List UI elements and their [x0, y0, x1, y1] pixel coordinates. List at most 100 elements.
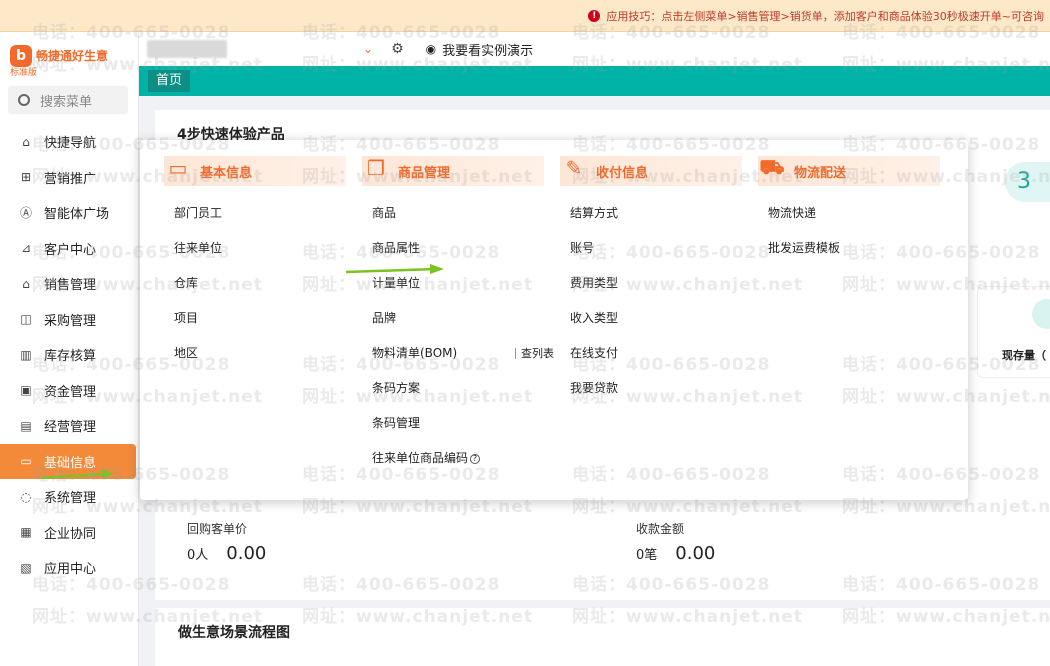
menu-item-label: 往来单位商品编码 — [372, 451, 469, 465]
inventory-panel[interactable]: 现存量（ — [977, 286, 1050, 378]
menu-item[interactable]: 项目 — [164, 301, 346, 336]
menu-item-label: 我要贷款 — [570, 381, 619, 395]
tab-home[interactable]: 首页 — [148, 70, 191, 92]
gear-icon[interactable]: ⚙ — [391, 41, 404, 57]
menu-item[interactable]: 账号 — [560, 231, 742, 266]
logo-edition: 标准版 — [10, 68, 38, 78]
menu-item[interactable]: 往来单位商品编码? — [362, 441, 544, 476]
menu-item[interactable]: 商品属性 — [362, 231, 544, 266]
demo-label: 我要看实例演示 — [442, 43, 534, 59]
stat-repurchase[interactable]: 回购客单价 0人 0.00 — [187, 520, 266, 564]
sidebar-item[interactable]: ⊿ 客户中心 — [0, 231, 138, 267]
alert-icon: ! — [588, 9, 601, 22]
menu-item-label: 批发运费模板 — [768, 241, 841, 255]
sidebar: b 畅捷通好生意 标准版 搜索菜单 ⌂ 快捷导航 ⊞ 营销推广 Ⓐ 智能体广场 ⊿ 客户中心 ⌂… — [0, 32, 139, 666]
clipboard-icon: ▤ — [20, 418, 32, 433]
ai-icon: Ⓐ — [19, 206, 32, 221]
help-icon[interactable]: ? — [470, 453, 481, 464]
menu-search-input[interactable]: 搜索菜单 — [8, 86, 128, 114]
sidebar-item-label: 库存核算 — [44, 349, 97, 365]
sidebar-item-label: 销售管理 — [44, 278, 97, 294]
menu-item[interactable]: 物流快递 — [758, 196, 940, 231]
menu-item[interactable]: 费用类型 — [560, 266, 742, 301]
sidebar-item[interactable]: ◫ 采购管理 — [0, 302, 138, 338]
menu-item[interactable]: 批发运费模板 — [758, 231, 940, 266]
menu-column-header: ✎ 收付信息 — [560, 156, 742, 186]
menu-item[interactable]: 在线支付 — [560, 336, 742, 371]
notice-bar: ! 应用技巧：点击左侧菜单>销售管理>销货单，添加客户和商品体验30秒极速开单~… — [0, 0, 1050, 32]
menu-item-label: 条码方案 — [372, 381, 421, 395]
sidebar-item[interactable]: ▣ 资金管理 — [0, 373, 138, 409]
menu-item[interactable]: 仓库 — [164, 266, 346, 301]
header: ⌄ ⚙ ◉ 我要看实例演示 — [139, 32, 1050, 66]
box-icon: ❒ — [367, 156, 385, 180]
demo-link[interactable]: ◉ 我要看实例演示 — [426, 40, 534, 59]
menu-item-label: 品牌 — [372, 311, 397, 325]
basic-info-popup-menu: ▭ 基本信息 部门员工 往来单位 仓库 项目 地区 ❒ 商品管理 商品 商品属性 计量单位 品牌 物料清单… — [140, 140, 968, 500]
menu-column-header: ⛟ 物流配送 — [758, 155, 940, 186]
sidebar-item-label: 系统管理 — [44, 491, 97, 507]
account-name-blurred[interactable] — [147, 40, 227, 58]
menu-item-label: 项目 — [174, 311, 199, 325]
sidebar-item[interactable]: ▧ 应用中心 — [0, 550, 138, 586]
menu-item[interactable]: 商品 — [362, 196, 544, 231]
menu-item-label: 仓库 — [174, 276, 199, 290]
menu-item-label: 账号 — [570, 241, 595, 255]
sidebar-item-label: 智能体广场 — [44, 207, 110, 223]
stat-label: 收款金额 — [636, 522, 685, 536]
home-icon: ⌂ — [22, 134, 30, 149]
menu-item[interactable]: 物料清单(BOM) 查列表 — [362, 336, 554, 371]
menu-column-title: 基本信息 — [200, 165, 253, 181]
sidebar-item[interactable]: ⌂ 销售管理 — [0, 266, 138, 302]
scene-title: 做生意场景流程图 — [178, 625, 290, 641]
sidebar-item[interactable]: ◌ 系统管理 — [0, 479, 138, 515]
sidebar-item[interactable]: ⊞ 营销推广 — [0, 160, 138, 196]
sidebar-item[interactable]: Ⓐ 智能体广场 — [0, 195, 138, 231]
green-arrow-icon — [345, 264, 444, 274]
menu-column: ❒ 商品管理 商品 商品属性 计量单位 品牌 物料清单(BOM) 查列表 条码方案 条码管理 往来单… — [362, 156, 554, 476]
menu-item-label: 在线支付 — [570, 346, 619, 360]
sidebar-item[interactable]: ⌂ 快捷导航 — [0, 124, 138, 160]
stat-receipts[interactable]: 收款金额 0笔 0.00 — [636, 520, 715, 564]
search-icon — [18, 94, 30, 106]
id-card-icon: ▭ — [168, 156, 188, 180]
menu-item-label: 条码管理 — [372, 416, 421, 430]
menu-column: ✎ 收付信息结算方式账号费用类型收入类型在线支付我要贷款 — [560, 156, 742, 406]
menu-column: ▭ 基本信息部门员工 往来单位仓库项目地区 — [164, 156, 346, 371]
menu-item-label: 结算方式 — [570, 206, 619, 220]
menu-item[interactable]: 部门员工 — [164, 196, 346, 231]
pay-icon: ✎ — [565, 156, 583, 180]
view-list-link[interactable]: 查列表 — [515, 336, 554, 371]
logo-mark: b — [10, 45, 32, 67]
nav-list: ⌂ 快捷导航 ⊞ 营销推广 Ⓐ 智能体广场 ⊿ 客户中心 ⌂ 销售管理 ◫ 采购管理 ▥ 库存核算 ▣ 资金管… — [0, 124, 138, 586]
stat-unit: 0人 — [187, 548, 209, 563]
logo-text: 畅捷通好生意 — [36, 49, 109, 63]
eye-icon: ◉ — [425, 42, 437, 56]
menu-column-header: ▭ 基本信息 — [164, 156, 346, 186]
menu-item[interactable]: 地区 — [164, 336, 346, 371]
stat-label: 回购客单价 — [187, 522, 248, 536]
menu-item[interactable]: 往来单位 — [164, 231, 346, 266]
wallet-icon: ▣ — [20, 383, 32, 398]
sidebar-item[interactable]: ▦ 企业协同 — [0, 515, 138, 551]
menu-item[interactable]: 条码管理 — [362, 406, 544, 441]
menu-item[interactable]: 我要贷款 — [560, 371, 742, 406]
menu-item[interactable]: 收入类型 — [560, 301, 742, 336]
tab-bar: 首页 — [139, 66, 1050, 96]
menu-item-label: 物流快递 — [768, 206, 817, 220]
menu-item-label: 地区 — [174, 346, 199, 360]
document-icon: ▦ — [20, 525, 32, 540]
menu-item[interactable]: 结算方式 — [560, 196, 742, 231]
menu-column: ⛟ 物流配送物流快递批发运费模板 — [758, 155, 940, 266]
sidebar-item[interactable]: ▥ 库存核算 — [0, 337, 138, 373]
menu-item-label: 费用类型 — [570, 276, 619, 290]
inventory-icon — [1032, 299, 1050, 329]
green-arrow-icon — [41, 469, 114, 480]
store-icon: ⌂ — [22, 276, 30, 291]
chart-icon: ⊿ — [20, 241, 32, 256]
sidebar-item[interactable]: ▤ 经营管理 — [0, 408, 138, 444]
menu-item[interactable]: 品牌 — [362, 301, 544, 336]
stat-amount: 0.00 — [226, 543, 267, 564]
menu-item[interactable]: 条码方案 — [362, 371, 544, 406]
chevron-down-icon[interactable]: ⌄ — [363, 42, 373, 56]
